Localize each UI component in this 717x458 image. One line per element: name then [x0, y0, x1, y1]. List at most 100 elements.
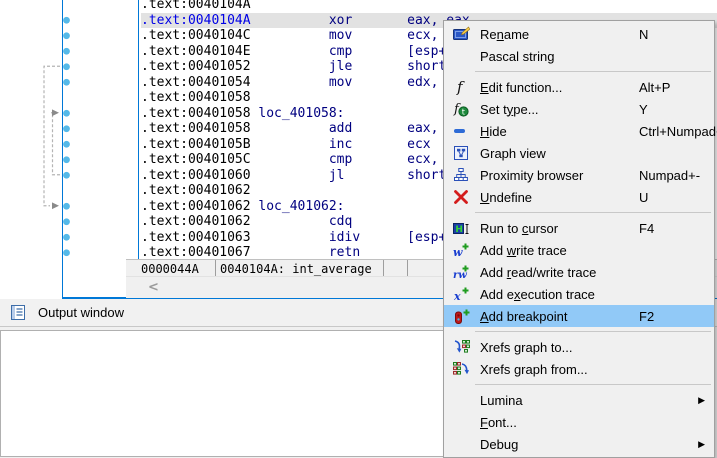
nav-dot: [63, 218, 70, 225]
nav-dot: [63, 17, 70, 24]
add-breakpoint-icon: [449, 307, 473, 325]
hide-icon: [449, 122, 473, 140]
listing-mnemonic: cmp: [329, 152, 407, 167]
menu-item-label: Debug: [480, 437, 518, 452]
listing-address: .text:00401058: [141, 106, 251, 121]
menu-item-label: Hide: [480, 124, 507, 139]
status-address-function: 0040104A: int_average: [216, 260, 384, 277]
menu-item-label: Add read/write trace: [480, 265, 596, 280]
svg-text:w: w: [453, 246, 463, 259]
menu-item-edit-function[interactable]: f Edit function... Alt+P: [444, 76, 714, 98]
listing-address: .text:0040104A: [141, 0, 251, 12]
listing-address: .text:00401067: [141, 245, 251, 260]
nav-dot: [63, 110, 70, 117]
menu-item-label: Run to cursor: [480, 221, 558, 236]
xrefs-graph-from-icon: [449, 360, 473, 378]
menu-item-font[interactable]: Font...: [444, 411, 714, 433]
menu-item-add-write-trace[interactable]: wAdd write trace: [444, 239, 714, 261]
menu-separator: [475, 71, 711, 72]
menu-item-shortcut: Alt+P: [639, 80, 670, 95]
menu-item-shortcut: Y: [639, 102, 648, 117]
listing-address: .text:00401058: [141, 90, 251, 105]
menu-item-add-execution-trace[interactable]: x Add execution trace: [444, 283, 714, 305]
jump-arrow-jl-to-loc401058: [51, 113, 60, 175]
nav-dot: [63, 141, 70, 148]
menu-item-undefine[interactable]: UndefineU: [444, 186, 714, 208]
nav-dot: [63, 249, 70, 256]
menu-item-label: Add execution trace: [480, 287, 595, 302]
listing-address: .text:0040105C: [141, 152, 251, 167]
listing-operand: ecx: [407, 137, 430, 152]
add-rw-trace-icon: rw: [449, 263, 473, 281]
menu-item-run-to-cursor[interactable]: HRun to cursorF4: [444, 217, 714, 239]
menu-item-label: Graph view: [480, 146, 546, 161]
submenu-arrow-icon: ▶: [698, 395, 705, 406]
menu-item-label: Rename: [480, 27, 529, 42]
status-file-offset: 0000044A: [126, 260, 216, 277]
nav-dot: [63, 156, 70, 163]
menu-item-add-read-write-trace[interactable]: rw Add read/write trace: [444, 261, 714, 283]
menu-item-add-breakpoint[interactable]: Add breakpointF2: [444, 305, 714, 327]
menu-item-xrefs-graph-from[interactable]: Xrefs graph from...: [444, 358, 714, 380]
output-window-title: Output window: [38, 305, 124, 320]
listing-mnemonic: add: [329, 121, 407, 136]
menu-item-shortcut: N: [639, 27, 648, 42]
listing-mnemonic: mov: [329, 75, 407, 90]
menu-item-label: Set type...: [480, 102, 539, 117]
menu-item-label: Proximity browser: [480, 168, 583, 183]
menu-separator: [475, 331, 711, 332]
screenshot-root: .text:0040104A.text:0040104A xor eax, ea…: [0, 0, 717, 458]
menu-item-set-type[interactable]: ftSet type...Y: [444, 98, 714, 120]
listing-address: .text:00401060: [141, 168, 251, 183]
nav-dot: [63, 63, 70, 70]
undefine-icon: [449, 188, 473, 206]
menu-item-graph-view[interactable]: Graph view: [444, 142, 714, 164]
listing-label: loc_401058:: [258, 106, 344, 121]
menu-icon-placeholder: [449, 391, 473, 409]
menu-separator: [475, 384, 711, 385]
menu-item-lumina[interactable]: Lumina ▶: [444, 389, 714, 411]
run-to-cursor-icon: H: [449, 219, 473, 237]
menu-item-pascal-string[interactable]: Pascal string: [444, 45, 714, 67]
scroll-left-arrow-icon[interactable]: <: [148, 280, 159, 295]
menu-icon-placeholder: [449, 47, 473, 65]
listing-address: .text:00401062: [141, 183, 251, 198]
menu-item-xrefs-graph-to[interactable]: Xrefs graph to...: [444, 336, 714, 358]
svg-text:f: f: [456, 79, 465, 95]
menu-item-label: Undefine: [480, 190, 532, 205]
submenu-arrow-icon: ▶: [698, 439, 705, 450]
add-write-trace-icon: w: [449, 241, 473, 259]
listing-address: .text:00401062: [141, 199, 251, 214]
jump-arrows-gutter: [0, 0, 76, 299]
menu-item-debug[interactable]: Debug ▶: [444, 433, 714, 455]
listing-address: .text:0040104E: [141, 44, 251, 59]
listing-row[interactable]: .text:0040104A: [141, 0, 717, 13]
nav-dot: [63, 203, 70, 210]
menu-icon-placeholder: [449, 435, 473, 453]
xrefs-graph-to-icon: [449, 338, 473, 356]
proximity-browser-icon: [449, 166, 473, 184]
svg-text:t: t: [462, 107, 465, 116]
listing-address: .text:0040104A: [141, 13, 251, 28]
context-menu: Rename N Pascal string f Edit function... Alt…: [443, 20, 715, 458]
nav-dot: [63, 234, 70, 241]
menu-item-label: Lumina: [480, 393, 523, 408]
listing-mnemonic: jle: [329, 59, 407, 74]
listing-mnemonic: cdq: [329, 214, 407, 229]
listing-mnemonic: idiv: [329, 230, 407, 245]
svg-text:x: x: [453, 290, 461, 303]
svg-text:rw: rw: [453, 270, 467, 281]
add-exec-trace-icon: x: [449, 285, 473, 303]
listing-address: .text:0040105B: [141, 137, 251, 152]
menu-item-hide[interactable]: Hide Ctrl+Numpad+-: [444, 120, 714, 142]
listing-label: loc_401062:: [258, 199, 344, 214]
listing-address: .text:0040104C: [141, 28, 251, 43]
listing-mnemonic: jl: [329, 168, 407, 183]
listing-mnemonic: xor: [329, 13, 407, 28]
menu-item-proximity-browser[interactable]: Proximity browserNumpad+-: [444, 164, 714, 186]
menu-item-shortcut: Ctrl+Numpad+-: [639, 124, 717, 139]
listing-address: .text:00401063: [141, 230, 251, 245]
menu-item-rename[interactable]: Rename N: [444, 23, 714, 45]
menu-item-label: Edit function...: [480, 80, 562, 95]
listing-mnemonic: inc: [329, 137, 407, 152]
